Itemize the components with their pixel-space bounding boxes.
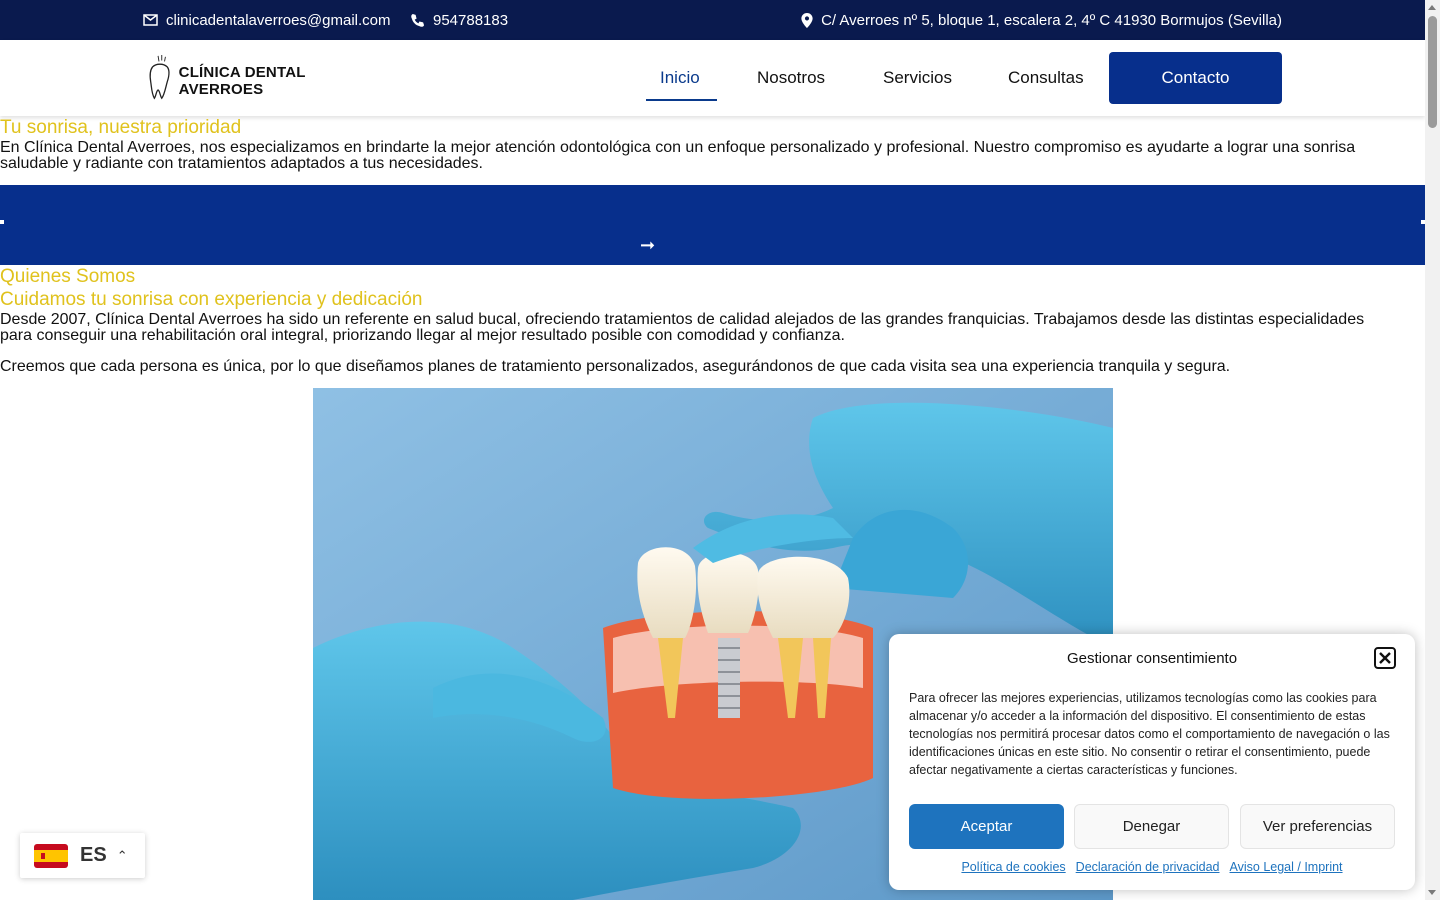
logo-text: CLÍNICA DENTAL AVERROES bbox=[178, 64, 306, 98]
nav-item-servicios[interactable]: Servicios bbox=[883, 40, 952, 116]
page-scrollbar[interactable] bbox=[1425, 0, 1440, 900]
about-text-1: Desde 2007, Clínica Dental Averroes ha s… bbox=[0, 311, 1365, 344]
cookie-policy-links: Política de cookies Declaración de priva… bbox=[889, 860, 1415, 874]
nav-link-inicio[interactable]: Inicio bbox=[660, 68, 700, 88]
email-contact[interactable]: clinicadentalaverroes@gmail.com bbox=[143, 0, 391, 40]
nav-item-inicio[interactable]: Inicio bbox=[660, 40, 700, 116]
cookie-dialog-title: Gestionar consentimiento bbox=[1066, 650, 1238, 667]
chevron-up-icon: ⌃ bbox=[116, 847, 128, 863]
nav-item-nosotros[interactable]: Nosotros bbox=[757, 40, 825, 116]
about-tag: Quienes Somos bbox=[0, 266, 136, 287]
envelope-icon bbox=[143, 14, 158, 26]
cookie-dialog-body: Para ofrecer las mejores experiencias, u… bbox=[909, 691, 1390, 777]
phone-contact[interactable]: 954788183 bbox=[410, 0, 508, 40]
legal-notice-link[interactable]: Aviso Legal / Imprint bbox=[1230, 860, 1343, 874]
arrow-right-icon[interactable]: ➞ bbox=[640, 235, 655, 256]
contact-button[interactable]: Contacto bbox=[1109, 52, 1282, 104]
main-header: CLÍNICA DENTAL AVERROES Inicio Nosotros … bbox=[0, 40, 1425, 116]
address-text: C/ Averroes nº 5, bloque 1, escalera 2, … bbox=[821, 11, 1282, 29]
nav-item-consultas[interactable]: Consultas bbox=[1008, 40, 1084, 116]
deny-cookies-button[interactable]: Denegar bbox=[1074, 804, 1229, 849]
email-text: clinicadentalaverroes@gmail.com bbox=[166, 11, 391, 29]
location-pin-icon bbox=[801, 12, 813, 28]
scroll-down-arrow[interactable] bbox=[1428, 890, 1436, 895]
active-nav-underline bbox=[646, 99, 717, 101]
scrollbar-thumb[interactable] bbox=[1428, 16, 1437, 128]
cookie-preferences-button[interactable]: Ver preferencias bbox=[1240, 804, 1395, 849]
nav-link-nosotros[interactable]: Nosotros bbox=[757, 68, 825, 88]
hero-banner: ➞ bbox=[0, 185, 1425, 265]
hero-text: En Clínica Dental Averroes, nos especial… bbox=[0, 139, 1356, 172]
about-text-2: Creemos que cada persona es única, por l… bbox=[0, 358, 1231, 375]
top-info-bar: clinicadentalaverroes@gmail.com 95478818… bbox=[0, 0, 1425, 40]
hero-title: Tu sonrisa, nuestra prioridad bbox=[0, 117, 242, 138]
spain-flag-icon bbox=[34, 843, 68, 868]
tooth-logo-icon bbox=[149, 54, 170, 100]
about-heading: Cuidamos tu sonrisa con experiencia y de… bbox=[0, 289, 423, 310]
accept-cookies-button[interactable]: Aceptar bbox=[909, 804, 1064, 849]
phone-text: 954788183 bbox=[433, 11, 509, 29]
scroll-up-arrow[interactable] bbox=[1428, 5, 1436, 10]
phone-icon bbox=[411, 13, 425, 27]
language-switcher[interactable]: ES ⌃ bbox=[20, 833, 145, 878]
nav-link-consultas[interactable]: Consultas bbox=[1008, 68, 1084, 88]
nav-link-servicios[interactable]: Servicios bbox=[883, 68, 952, 88]
privacy-statement-link[interactable]: Declaración de privacidad bbox=[1076, 860, 1220, 874]
close-icon[interactable] bbox=[1374, 647, 1396, 669]
slider-prev-arrow[interactable] bbox=[0, 220, 4, 224]
address-contact: C/ Averroes nº 5, bloque 1, escalera 2, … bbox=[801, 0, 1282, 40]
language-code: ES bbox=[80, 844, 107, 866]
cookie-policy-link[interactable]: Política de cookies bbox=[961, 860, 1065, 874]
cookie-consent-dialog: Gestionar consentimiento Para ofrecer la… bbox=[889, 634, 1415, 890]
site-logo[interactable]: CLÍNICA DENTAL AVERROES bbox=[147, 50, 377, 106]
